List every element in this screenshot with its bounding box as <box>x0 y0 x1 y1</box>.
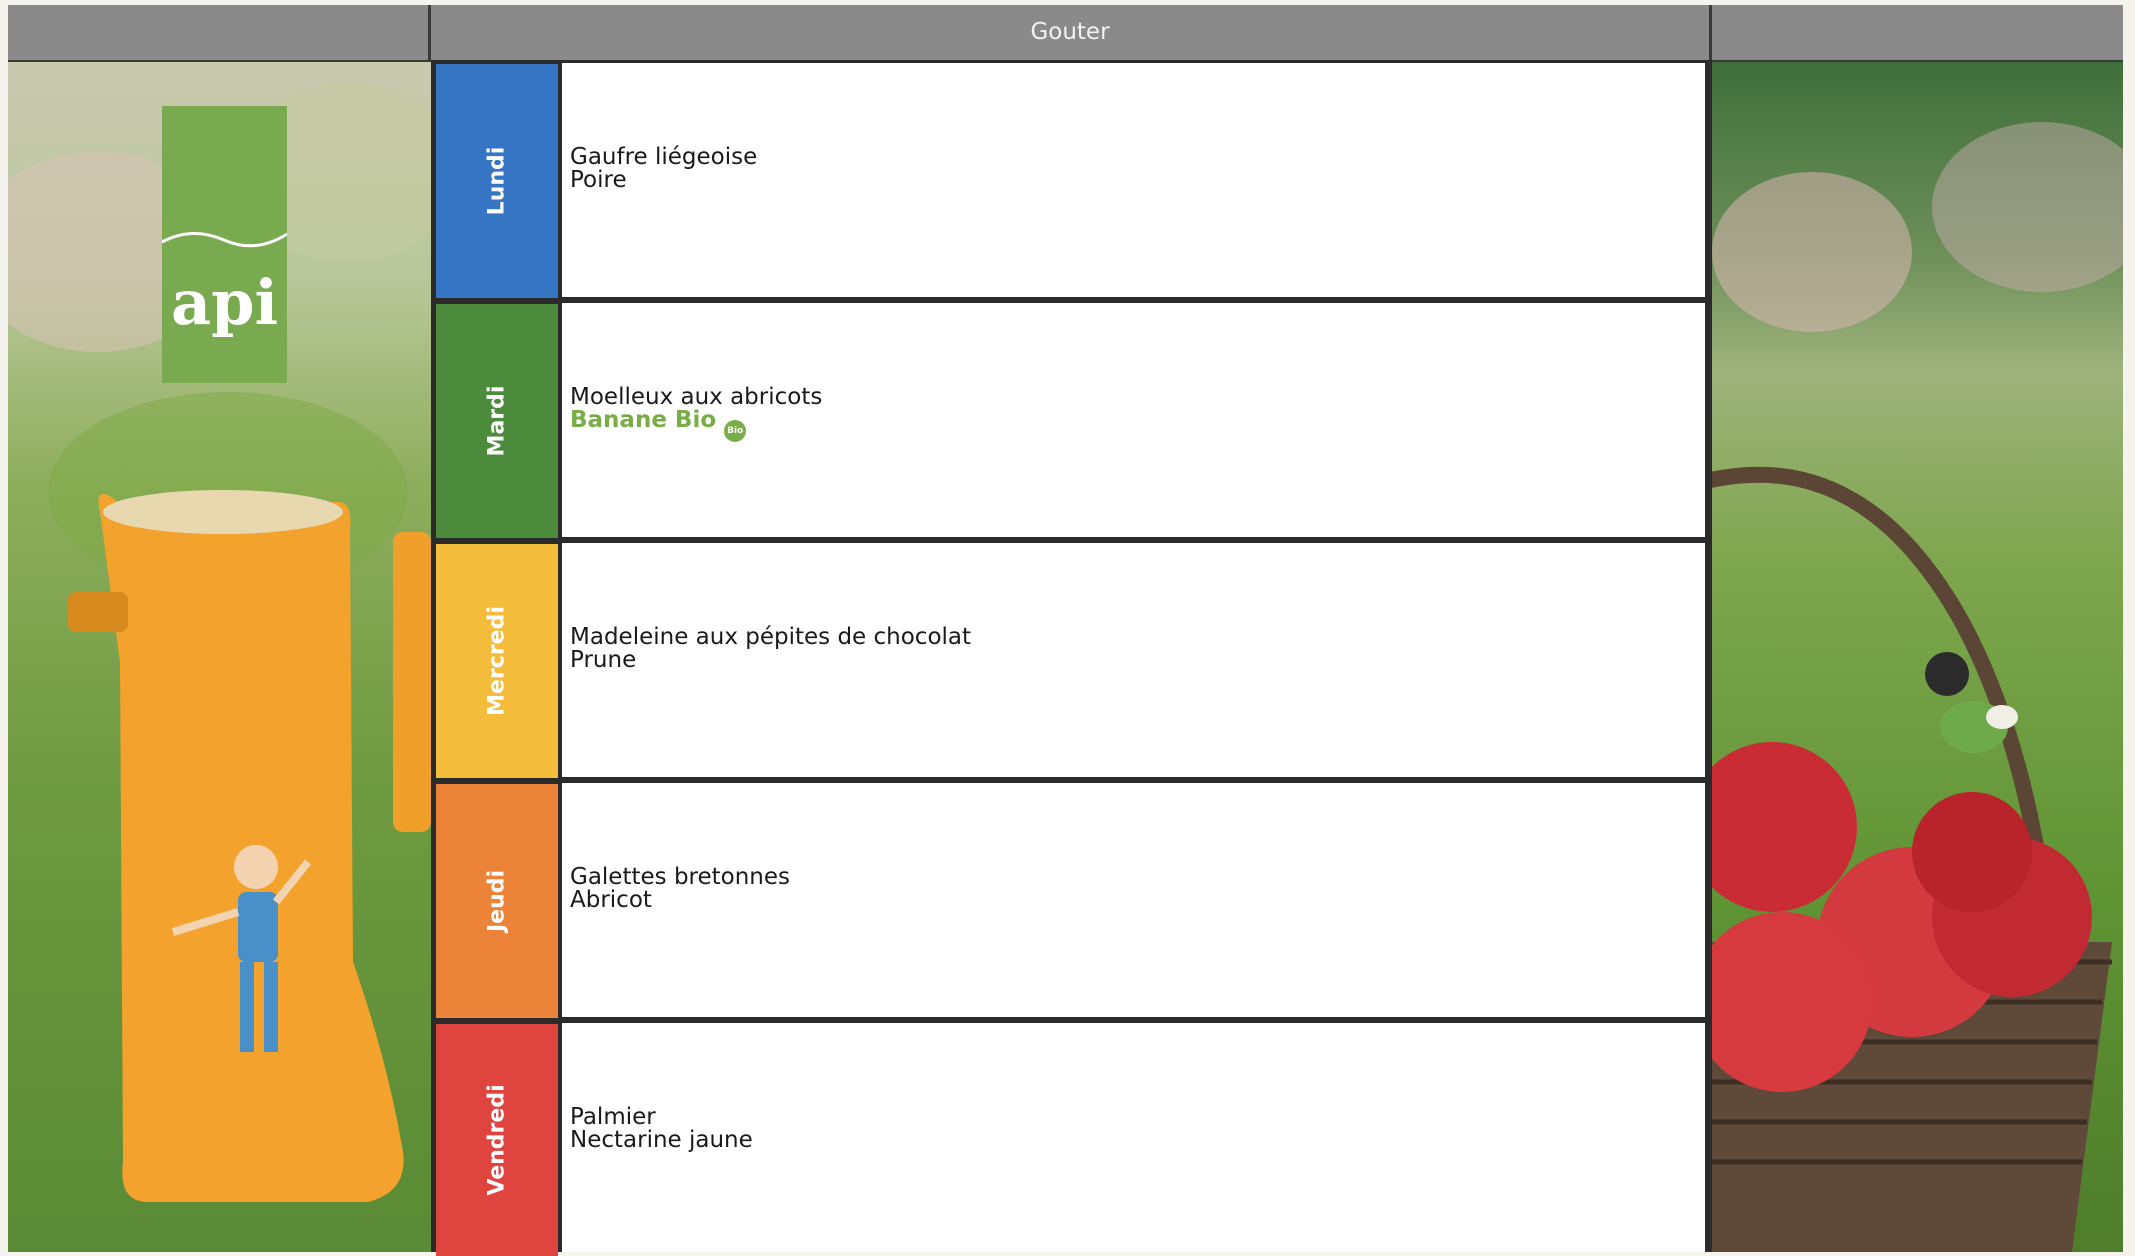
day-row-mercredi: Mercredi Madeleine aux pépites de chocol… <box>431 540 1712 780</box>
day-label: Lundi <box>484 146 510 216</box>
snack-cell: Gaufre liégeoise Poire <box>562 63 1705 297</box>
day-label: Mardi <box>484 385 510 457</box>
left-garden-photo: api <box>8 62 431 1252</box>
logo-wave-icon <box>162 231 287 248</box>
weekly-snack-grid: Lundi Gaufre liégeoise Poire Mardi Moell… <box>431 60 1712 1256</box>
snack-cell: Madeleine aux pépites de chocolat Prune <box>562 543 1705 777</box>
day-header-lundi: Lundi <box>436 64 558 298</box>
right-apple-basket-photo <box>1712 62 2123 1252</box>
menu-page: Gouter api Lundi Gaufre liégeoise Poire … <box>8 5 2123 1256</box>
snack-item: Galettes bretonnes <box>570 864 791 890</box>
day-header-vendredi: Vendredi <box>436 1024 558 1256</box>
organic-fruit-item: Banane Bio Bio <box>570 407 747 442</box>
fruit-item: Poire <box>570 167 627 193</box>
day-label: Vendredi <box>484 1084 510 1196</box>
day-header-mardi: Mardi <box>436 304 558 538</box>
fruit-item: Nectarine jaune <box>570 1127 753 1153</box>
day-row-jeudi: Jeudi Galettes bretonnes Abricot <box>431 780 1712 1020</box>
api-logo-text: api <box>170 266 279 339</box>
fruit-item: Prune <box>570 647 637 673</box>
day-header-jeudi: Jeudi <box>436 784 558 1018</box>
fruit-item: Abricot <box>570 887 652 913</box>
snack-item: Madeleine aux pépites de chocolat <box>570 624 972 650</box>
day-label: Mercredi <box>484 606 510 716</box>
bio-badge-icon: Bio <box>724 420 747 442</box>
day-row-vendredi: Vendredi Palmier Nectarine jaune <box>431 1020 1712 1256</box>
day-header-mercredi: Mercredi <box>436 544 558 778</box>
snack-cell: Palmier Nectarine jaune <box>562 1023 1705 1252</box>
api-logo: api <box>162 106 287 383</box>
snack-item: Moelleux aux abricots <box>570 384 823 410</box>
snack-item: Palmier <box>570 1104 656 1130</box>
day-row-mardi: Mardi Moelleux aux abricots Banane Bio Bi… <box>431 300 1712 540</box>
apple-basket-illustration <box>1712 466 2112 1252</box>
day-row-lundi: Lundi Gaufre liégeoise Poire <box>431 60 1712 300</box>
day-label: Jeudi <box>484 869 510 933</box>
header-divider <box>1709 5 1712 60</box>
header-bar: Gouter <box>8 5 2123 62</box>
snack-item: Gaufre liégeoise <box>570 144 758 170</box>
column-title: Gouter <box>1030 19 1110 45</box>
snack-cell: Moelleux aux abricots Banane Bio Bio <box>562 303 1705 537</box>
snack-cell: Galettes bretonnes Abricot <box>562 783 1705 1017</box>
organic-fruit-label: Banane Bio <box>570 407 717 433</box>
